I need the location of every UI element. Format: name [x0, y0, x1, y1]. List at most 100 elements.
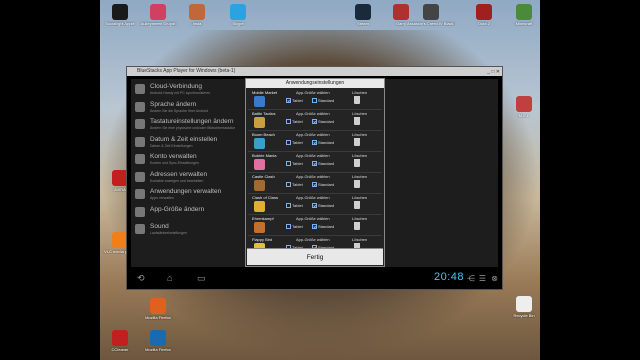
settings-item-icon	[135, 119, 145, 129]
delete-header: Löschen	[352, 132, 368, 137]
trash-icon[interactable]	[354, 222, 360, 230]
standard-checkbox[interactable]	[312, 182, 317, 188]
share-icon[interactable]: ⋲	[467, 274, 475, 283]
delete-header: Löschen	[352, 111, 368, 116]
standard-label: Standard	[318, 224, 335, 229]
standard-checkbox[interactable]	[312, 140, 317, 146]
recent-apps-icon[interactable]: ▭	[197, 273, 206, 284]
tablet-label: Tablet	[292, 119, 303, 124]
app-size-header: App-Größe wählen	[296, 237, 330, 242]
desktop-icon-label: Assassin's Creed IV Black Flag	[407, 21, 455, 26]
settings-item[interactable]: Datum & Zeit einstellen Datum & Zeit Eins…	[131, 134, 251, 151]
tablet-checkbox[interactable]	[286, 140, 291, 146]
desktop-icon[interactable]: M.E.L	[500, 96, 548, 118]
desktop-icon[interactable]: Skype	[214, 4, 262, 26]
tablet-option[interactable]: Tablet	[286, 98, 303, 104]
standard-option[interactable]: Standard	[312, 161, 334, 167]
standard-checkbox[interactable]	[312, 161, 317, 167]
tablet-checkbox[interactable]	[286, 224, 291, 230]
settings-item-title: Datum & Zeit einstellen	[150, 135, 218, 143]
desktop-icon-label: Recycle Bin	[513, 313, 535, 318]
desktop-icon-label: Minecraft	[515, 21, 533, 26]
trash-icon[interactable]	[354, 138, 360, 146]
close-icon[interactable]: ⊗	[491, 274, 498, 283]
settings-item[interactable]: Adressen verwalten Kontakte anzeigen und …	[131, 169, 251, 186]
window-title-bar[interactable]: BlueStacks App Player for Windows (beta-…	[127, 67, 502, 76]
desktop-icon-label: M.E.L	[518, 113, 530, 118]
app-size-header: App-Größe wählen	[296, 216, 330, 221]
standard-checkbox[interactable]	[312, 98, 317, 104]
tablet-label: Tablet	[292, 182, 303, 187]
settings-item[interactable]: Tastatureinstellungen ändern Ändern Sie e…	[131, 116, 251, 133]
app-row: Battle Tactics App-Größe wählen Löschen Tab…	[248, 110, 383, 130]
settings-item-subtitle: Konten und Sync-Einstellungen	[150, 161, 199, 165]
settings-item[interactable]: App-Größe ändern	[131, 204, 251, 221]
window-title: BlueStacks App Player for Windows (beta-…	[137, 68, 236, 74]
trash-icon[interactable]	[354, 117, 360, 125]
tablet-checkbox[interactable]	[286, 203, 291, 209]
app-size-header: App-Größe wählen	[296, 90, 330, 95]
back-icon[interactable]: ⟲	[137, 273, 145, 284]
settings-item[interactable]: Anwendungen verwalten Apps verwalten	[131, 186, 251, 203]
desktop-icon[interactable]: Minecraft	[500, 4, 548, 26]
standard-checkbox[interactable]	[312, 119, 317, 125]
trash-icon[interactable]	[354, 159, 360, 167]
settings-item-title: Cloud-Verbindung	[150, 83, 203, 90]
settings-item[interactable]: Sound Lautstärkeeinstellungen	[131, 221, 251, 238]
done-button[interactable]: Fertig	[247, 248, 383, 265]
app-icon	[254, 201, 265, 212]
tablet-checkbox[interactable]	[286, 182, 291, 188]
settings-item-icon	[135, 84, 145, 94]
settings-item-icon	[135, 206, 145, 217]
window-controls[interactable]: _ □ ✕	[487, 68, 500, 77]
tablet-option[interactable]: Tablet	[286, 203, 303, 209]
app-icon	[516, 296, 532, 312]
standard-label: Standard	[318, 140, 335, 145]
desktop-icon[interactable]: Mozilla Firefox	[134, 298, 182, 320]
app-icon	[423, 4, 439, 20]
app-icon	[150, 4, 166, 20]
tablet-option[interactable]: Tablet	[286, 161, 303, 167]
settings-item-subtitle: Lautstärkeeinstellungen	[150, 231, 187, 235]
tablet-option[interactable]: Tablet	[286, 224, 303, 230]
standard-option[interactable]: Standard	[312, 140, 335, 146]
trash-icon[interactable]	[354, 180, 360, 188]
app-icon	[254, 180, 265, 191]
standard-checkbox[interactable]	[312, 224, 317, 230]
desktop-icon[interactable]: Recycle Bin	[500, 296, 548, 318]
app-name: Mobile Market	[252, 90, 278, 95]
tablet-option[interactable]: Tablet	[286, 182, 303, 188]
desktop-icon[interactable]: Assassin's Creed IV Black Flag	[407, 4, 455, 26]
standard-option[interactable]: Standard	[312, 98, 334, 104]
settings-item-icon	[135, 171, 145, 182]
settings-item[interactable]: Cloud-Verbindung Android-Handy mit PC syn…	[131, 81, 251, 98]
settings-item[interactable]: Sprache ändern Ändern Sie die Sprache Ihr…	[131, 99, 251, 116]
standard-option[interactable]: Standard	[312, 203, 334, 209]
settings-item-icon	[135, 136, 145, 147]
letterbox-left	[0, 0, 100, 360]
app-icon	[476, 4, 492, 20]
settings-item-icon	[135, 224, 145, 234]
app-icon	[230, 4, 246, 20]
home-icon[interactable]: ⌂	[167, 273, 172, 283]
standard-option[interactable]: Standard	[312, 182, 334, 188]
app-icon	[150, 298, 166, 314]
app-icon	[254, 159, 265, 170]
tablet-checkbox[interactable]	[286, 98, 291, 104]
settings-item-icon	[135, 189, 145, 199]
settings-icon[interactable]: ☰	[479, 274, 486, 283]
standard-option[interactable]: Standard	[312, 224, 335, 230]
tablet-option[interactable]: Tablet	[286, 119, 303, 125]
app-icon	[112, 4, 128, 20]
tablet-checkbox[interactable]	[286, 119, 291, 125]
tablet-option[interactable]: Tablet	[286, 140, 303, 146]
standard-option[interactable]: Standard	[312, 119, 334, 125]
status-clock: 20:48	[433, 271, 464, 283]
tablet-checkbox[interactable]	[286, 161, 291, 167]
trash-icon[interactable]	[354, 201, 360, 209]
desktop-icon[interactable]: Mozilla Firefox	[134, 330, 182, 352]
trash-icon[interactable]	[354, 96, 360, 104]
delete-header: Löschen	[352, 237, 368, 242]
standard-checkbox[interactable]	[312, 203, 317, 209]
settings-item[interactable]: Konto verwalten Konten und Sync-Einstellu…	[131, 151, 251, 168]
